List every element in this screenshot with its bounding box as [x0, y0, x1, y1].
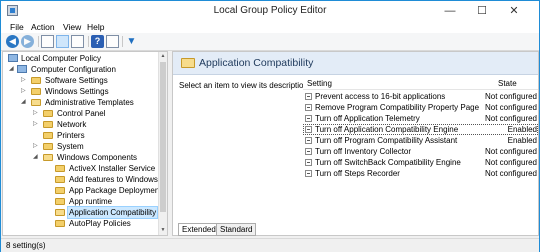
folder-open-icon [31, 99, 41, 106]
toolbar-separator [38, 36, 39, 47]
menu-action[interactable]: Action [31, 21, 55, 33]
expander-icon[interactable]: ◢ [9, 64, 14, 75]
expander-icon[interactable]: ▷ [21, 75, 26, 86]
description-text: Select an item to view its description. [179, 81, 311, 90]
minimize-button[interactable]: — [437, 1, 463, 21]
setting-row[interactable]: Turn off Steps Recorder Not configured [303, 168, 538, 179]
back-arrow-icon[interactable]: ◀ [6, 35, 19, 48]
expander-icon[interactable]: ◢ [33, 152, 38, 163]
menu-view[interactable]: View [63, 21, 81, 33]
policy-setting-icon [305, 137, 312, 144]
main-window: Local Group Policy Editor — ☐ ✕ File Act… [0, 0, 540, 252]
policy-setting-icon [305, 104, 312, 111]
policy-setting-icon [305, 93, 312, 100]
expander-icon[interactable]: ▷ [33, 119, 38, 130]
expander-icon[interactable]: ▷ [33, 108, 38, 119]
toolbar: ◀ ▶ ? ▼ [1, 33, 539, 51]
close-button[interactable]: ✕ [501, 1, 527, 21]
policy-setting-icon [305, 126, 312, 133]
maximize-button[interactable]: ☐ [469, 1, 495, 21]
scroll-up-icon[interactable]: ▲ [159, 52, 167, 61]
folder-open-icon [181, 58, 195, 68]
toolbar-separator [88, 36, 89, 47]
computer-policy-icon [8, 54, 18, 62]
setting-row[interactable]: Turn off Application Compatibility Engin… [303, 124, 538, 135]
setting-row[interactable]: Turn off Inventory Collector Not configu… [303, 146, 538, 157]
pane-title: Application Compatibility [199, 57, 314, 69]
forward-arrow-icon[interactable]: ▶ [21, 35, 34, 48]
folder-icon [55, 165, 65, 172]
expander-icon[interactable]: ▷ [21, 86, 26, 97]
folder-icon [55, 198, 65, 205]
details-pane: Application Compatibility Select an item… [172, 51, 539, 236]
setting-row[interactable]: Turn off SwitchBack Compatibility Engine… [303, 157, 538, 168]
policy-setting-icon [305, 170, 312, 177]
expander-icon[interactable]: ▷ [33, 141, 38, 152]
setting-row[interactable]: Remove Program Compatibility Property Pa… [303, 102, 538, 113]
computer-icon [17, 65, 27, 73]
status-bar: 8 setting(s) [1, 238, 539, 252]
up-folder-icon[interactable] [41, 35, 54, 48]
tab-extended[interactable]: Extended [178, 223, 220, 236]
folder-icon [31, 77, 41, 84]
help-icon[interactable]: ? [91, 35, 104, 48]
properties-icon[interactable] [106, 35, 119, 48]
filter-icon[interactable]: ▼ [125, 35, 138, 48]
expander-icon[interactable]: ◢ [21, 97, 26, 108]
setting-row[interactable]: Turn off Application Telemetry Not confi… [303, 113, 538, 124]
export-list-icon[interactable] [71, 35, 84, 48]
show-hide-tree-icon[interactable] [56, 35, 69, 48]
folder-open-icon [43, 154, 53, 161]
menu-help[interactable]: Help [87, 21, 104, 33]
folder-icon [55, 220, 65, 227]
status-text: 8 setting(s) [6, 241, 46, 250]
folder-icon [55, 176, 65, 183]
folder-icon [43, 132, 53, 139]
folder-icon [43, 110, 53, 117]
menu-file[interactable]: File [10, 21, 24, 33]
folder-icon [43, 143, 53, 150]
toolbar-separator [122, 36, 123, 47]
scroll-down-icon[interactable]: ▼ [159, 226, 167, 235]
column-setting[interactable]: Setting [307, 79, 332, 88]
scroll-thumb[interactable] [160, 62, 166, 212]
menu-bar: File Action View Help [1, 21, 539, 33]
navigation-tree: Local Computer Policy ◢ Computer Configu… [2, 51, 168, 236]
policy-setting-icon [305, 115, 312, 122]
tab-standard[interactable]: Standard [216, 223, 257, 236]
setting-row[interactable]: Prevent access to 16-bit applications No… [303, 91, 538, 102]
policy-setting-icon [305, 159, 312, 166]
folder-open-icon [55, 209, 65, 216]
folder-icon [31, 88, 41, 95]
policy-setting-icon [305, 148, 312, 155]
title-bar: Local Group Policy Editor — ☐ ✕ [1, 1, 539, 21]
setting-row[interactable]: Turn off Program Compatibility Assistant… [303, 135, 538, 146]
column-header: Setting State [303, 76, 538, 90]
folder-icon [55, 187, 65, 194]
column-state[interactable]: State [498, 79, 517, 88]
pane-header: Application Compatibility [173, 52, 538, 75]
tree-scrollbar[interactable]: ▲ ▼ [158, 52, 167, 235]
folder-icon [43, 121, 53, 128]
